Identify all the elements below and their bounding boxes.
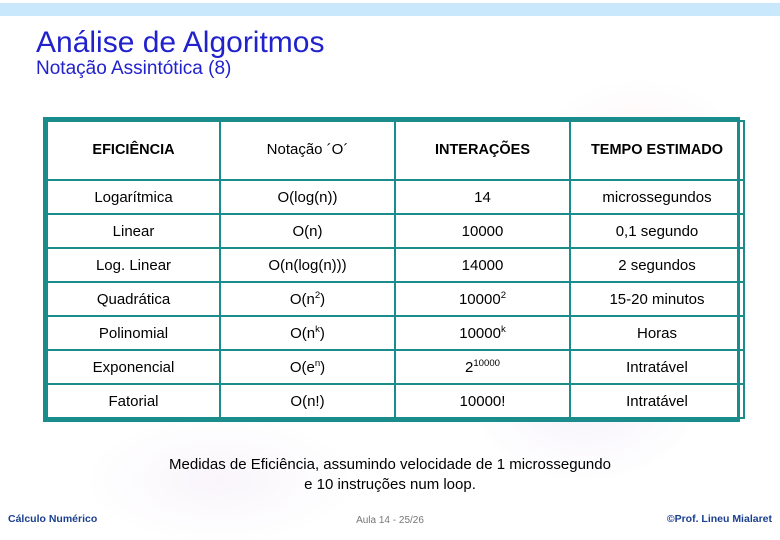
cell-eficiencia: Quadrática [46, 281, 221, 317]
table-body: Logarítmica O(log(n)) 14 microssegundos Line… [46, 179, 745, 419]
cell-eficiencia: Exponencial [46, 349, 221, 385]
superscript: 2 [314, 289, 321, 301]
footer-author: ©Prof. Lineu Mialaret [666, 513, 772, 525]
cell-interacoes: 14000 [394, 247, 571, 283]
cell-notacao: O(n2) [219, 281, 396, 317]
cell-eficiencia: Log. Linear [46, 247, 221, 283]
cell-tempo: 0,1 segundo [569, 213, 745, 249]
table-row: Fatorial O(n!) 10000! Intratável [46, 383, 745, 419]
cell-tempo: 2 segundos [569, 247, 745, 283]
column-header-eficiencia: EFICIÊNCIA [46, 120, 221, 181]
cell-notacao: O(log(n)) [219, 179, 396, 215]
cell-interacoes: 10000! [394, 383, 571, 419]
slide-footer: Cálculo Numérico Aula 14 - 25/26 ©Prof. … [0, 513, 780, 533]
table-caption: Medidas de Eficiência, assumindo velocid… [0, 455, 780, 496]
table-row: Exponencial O(en) 210000 Intratável [46, 349, 745, 385]
cell-eficiencia: Polinomial [46, 315, 221, 351]
superscript: 10000 [473, 357, 501, 369]
top-banner-strip [0, 3, 780, 16]
page-subtitle: Notação Assintótica (8) [36, 58, 232, 79]
cell-interacoes: 210000 [394, 349, 571, 385]
efficiency-table: EFICIÊNCIA Notação ´O´ INTERAÇÕES TEMPO … [46, 120, 745, 419]
cell-tempo: 15-20 minutos [569, 281, 745, 317]
superscript: k [500, 323, 506, 335]
superscript: k [315, 323, 320, 335]
efficiency-table-container: EFICIÊNCIA Notação ´O´ INTERAÇÕES TEMPO … [43, 117, 745, 422]
table-row: Linear O(n) 10000 0,1 segundo [46, 213, 745, 249]
caption-line-1: Medidas de Eficiência, assumindo velocid… [169, 456, 611, 473]
cell-tempo: Horas [569, 315, 745, 351]
cell-interacoes: 10000k [394, 315, 571, 351]
table-row: Logarítmica O(log(n)) 14 microssegundos [46, 179, 745, 215]
column-header-tempo: TEMPO ESTIMADO [569, 120, 745, 181]
table-row: Log. Linear O(n(log(n))) 14000 2 segundos [46, 247, 745, 283]
title-block: Análise de Algoritmos Notação Assintótic… [36, 26, 325, 79]
cell-notacao: O(n(log(n))) [219, 247, 396, 283]
cell-interacoes: 100002 [394, 281, 571, 317]
superscript: 2 [500, 289, 507, 301]
cell-interacoes: 14 [394, 179, 571, 215]
cell-eficiencia: Linear [46, 213, 221, 249]
page-title: Análise de Algoritmos [36, 26, 325, 59]
column-header-interacoes: INTERAÇÕES [394, 120, 571, 181]
cell-notacao: O(n!) [219, 383, 396, 419]
cell-eficiencia: Logarítmica [46, 179, 221, 215]
cell-notacao: O(en) [219, 349, 396, 385]
column-header-notacao: Notação ´O´ [219, 120, 396, 181]
cell-notacao: O(n) [219, 213, 396, 249]
cell-tempo: Intratável [569, 349, 745, 385]
cell-notacao: O(nk) [219, 315, 396, 351]
cell-interacoes: 10000 [394, 213, 571, 249]
cell-tempo: Intratável [569, 383, 745, 419]
cell-tempo: microssegundos [569, 179, 745, 215]
cell-eficiencia: Fatorial [46, 383, 221, 419]
table-header-row: EFICIÊNCIA Notação ´O´ INTERAÇÕES TEMPO … [46, 120, 745, 181]
table-row: Quadrática O(n2) 100002 15-20 minutos [46, 281, 745, 317]
footer-slide-number: Aula 14 - 25/26 [356, 515, 424, 526]
superscript: n [314, 357, 321, 369]
caption-line-2: e 10 instruções num loop. [304, 476, 476, 494]
table-row: Polinomial O(nk) 10000k Horas [46, 315, 745, 351]
